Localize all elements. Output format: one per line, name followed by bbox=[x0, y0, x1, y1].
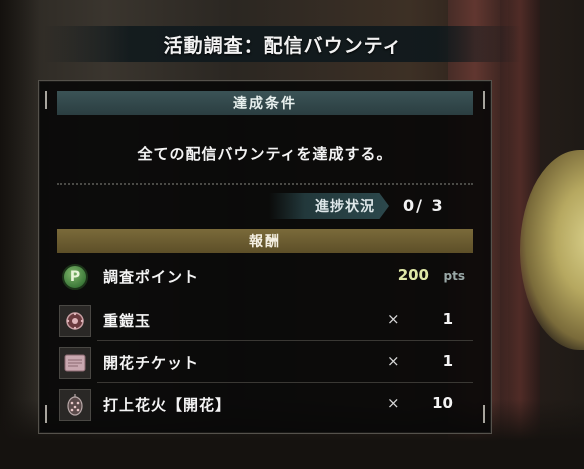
condition-header-label: 達成条件 bbox=[233, 96, 297, 112]
window-title: 活動調査：配信バウンティ bbox=[163, 34, 403, 57]
corner-decoration bbox=[478, 91, 485, 109]
multiply-sign: × bbox=[387, 352, 400, 370]
reward-row-research-points: P 調査ポイント 200 pts bbox=[57, 257, 473, 297]
corner-decoration bbox=[478, 405, 485, 423]
divider bbox=[57, 183, 473, 185]
reward-row-fireworks: 打上花火【開花】 × 10 bbox=[57, 385, 473, 425]
reward-row-armor-sphere: 重鎧玉 × 1 bbox=[57, 301, 473, 341]
progress-value: 0/ 3 bbox=[403, 196, 445, 215]
multiply-sign: × bbox=[387, 310, 400, 328]
progress-row: 進捗状況 0/ 3 bbox=[39, 193, 491, 219]
reward-quantity: 1 bbox=[442, 310, 453, 328]
bounty-panel: 達成条件 全ての配信バウンティを達成する。 進捗状況 0/ 3 報酬 P 調査ポ… bbox=[38, 80, 492, 434]
title-bar: 活動調査：配信バウンティ bbox=[44, 26, 522, 62]
armor-sphere-icon bbox=[59, 305, 91, 337]
progress-label-tag: 進捗状況 bbox=[269, 193, 389, 219]
reward-points-unit: pts bbox=[443, 269, 465, 283]
reward-quantity: 10 bbox=[432, 394, 453, 412]
reward-row-ticket: 開花チケット × 1 bbox=[57, 343, 473, 383]
research-point-icon: P bbox=[59, 261, 91, 293]
condition-text: 全ての配信バウンティを達成する。 bbox=[137, 145, 393, 163]
condition-header: 達成条件 bbox=[57, 91, 473, 115]
reward-header-label: 報酬 bbox=[249, 234, 281, 250]
reward-name: 調査ポイント bbox=[103, 268, 200, 286]
reward-points-value: 200 bbox=[397, 266, 429, 284]
ticket-icon bbox=[59, 347, 91, 379]
multiply-sign: × bbox=[387, 394, 400, 412]
reward-quantity: 1 bbox=[442, 352, 453, 370]
reward-name: 打上花火【開花】 bbox=[103, 396, 232, 414]
corner-decoration bbox=[45, 405, 52, 423]
reward-header: 報酬 bbox=[57, 229, 473, 253]
reward-name: 重鎧玉 bbox=[103, 312, 152, 330]
reward-name: 開花チケット bbox=[103, 354, 200, 372]
progress-label: 進捗状況 bbox=[315, 199, 375, 215]
corner-decoration bbox=[45, 91, 52, 109]
firework-icon bbox=[59, 389, 91, 421]
